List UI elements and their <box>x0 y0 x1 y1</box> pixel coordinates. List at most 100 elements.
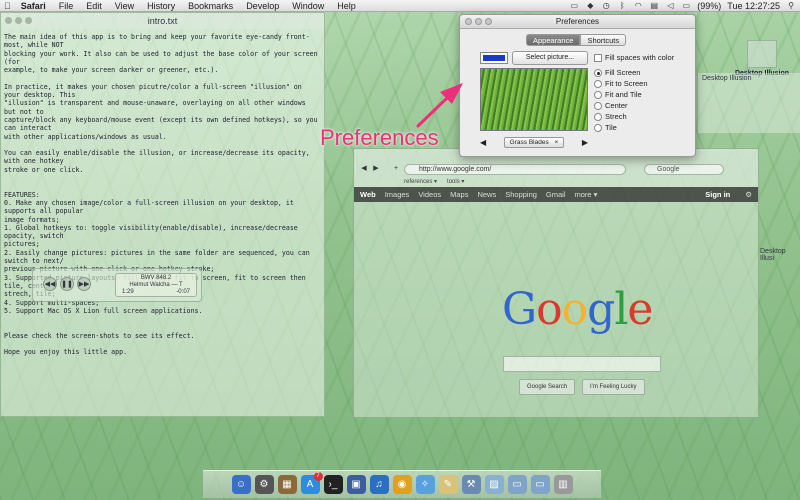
zoom-icon[interactable] <box>485 18 492 25</box>
arrow-shaft <box>416 95 450 128</box>
background-window-title: Desktop Illusion <box>702 75 752 82</box>
layout-option[interactable]: Fill Screen <box>594 67 648 78</box>
google-search-button[interactable]: Google Search <box>519 379 576 395</box>
preferences-titlebar[interactable]: Preferences <box>460 15 695 29</box>
menu-bookmarks[interactable]: Bookmarks <box>188 1 233 11</box>
google-nav-more[interactable]: more ▾ <box>575 190 598 199</box>
next-track-button[interactable]: ▶▶ <box>77 277 91 291</box>
close-icon[interactable] <box>5 17 12 24</box>
minimize-icon[interactable] <box>15 17 22 24</box>
radio-button[interactable] <box>594 101 602 110</box>
layout-option[interactable]: Strech <box>594 111 648 122</box>
radio-button[interactable] <box>594 79 602 88</box>
back-icon[interactable]: ◀ <box>358 164 370 175</box>
remove-picture-icon[interactable]: × <box>555 139 559 146</box>
google-nav-images[interactable]: Images <box>385 190 410 199</box>
itunes-icon[interactable]: ♫ <box>369 475 389 494</box>
dock: ☺ ⚙ ▦ A7 ›_ ▣ ♫ ◉ ✧ ✎ ⚒ ▨ ▭ ▭ ▥ <box>203 470 601 498</box>
finder-icon[interactable]: ☺ <box>231 475 251 494</box>
track-artist: Helmut Walcha — T <box>129 282 183 288</box>
layout-radio-group: Fill Screen Fit to Screen Fit and Tile Cent… <box>594 67 648 133</box>
feeling-lucky-button[interactable]: I'm Feeling Lucky <box>582 379 645 395</box>
app-icon <box>747 40 777 68</box>
flag-icon[interactable]: ▤ <box>649 1 659 10</box>
terminal-icon[interactable]: ›_ <box>323 475 343 494</box>
text-document-body[interactable]: The main idea of this app is to bring an… <box>1 29 324 361</box>
google-nav-news[interactable]: News <box>477 190 496 199</box>
google-nav-videos[interactable]: Videos <box>418 190 441 199</box>
search-field[interactable]: Google <box>644 164 724 175</box>
timemachine-icon[interactable]: ◷ <box>601 1 611 10</box>
desktop-illusion-app-icon[interactable]: Desktop Illusion <box>728 40 796 77</box>
text-editor-window: intro.txt The main idea of this app is t… <box>0 12 325 417</box>
forward-icon[interactable]: ▶ <box>370 164 382 175</box>
menu-help[interactable]: Help <box>337 1 356 11</box>
chrome-icon[interactable]: ◉ <box>392 475 412 494</box>
menu-app-name[interactable]: Safari <box>21 1 46 11</box>
trash-icon[interactable]: ▥ <box>553 475 573 494</box>
color-well[interactable] <box>480 52 508 64</box>
monitor-icon[interactable]: ▭ <box>569 1 579 10</box>
fill-spaces-option[interactable]: Fill spaces with color <box>594 53 674 62</box>
tab-shortcuts[interactable]: Shortcuts <box>580 34 627 46</box>
radio-button[interactable] <box>594 68 602 77</box>
gear-icon[interactable]: ⚙ <box>745 190 752 199</box>
menu-develop[interactable]: Develop <box>246 1 279 11</box>
virtualbox-icon[interactable]: ▣ <box>346 475 366 494</box>
wifi-icon[interactable]: ◠ <box>633 1 643 10</box>
dropbox-icon[interactable]: ◆ <box>585 1 595 10</box>
battery-icon[interactable]: ▭ <box>681 1 691 10</box>
minimize-icon[interactable] <box>475 18 482 25</box>
radio-button[interactable] <box>594 90 602 99</box>
app-store-icon[interactable]: A7 <box>300 472 323 494</box>
previous-picture-icon[interactable]: ◀ <box>480 138 486 147</box>
tab-appearance[interactable]: Appearance <box>526 34 581 46</box>
add-bookmark-icon[interactable]: + <box>390 164 402 175</box>
menu-edit[interactable]: Edit <box>86 1 102 11</box>
sign-in-link[interactable]: Sign in <box>705 190 730 199</box>
safari-icon[interactable]: ✧ <box>415 475 435 494</box>
spotlight-icon[interactable]: ⚲ <box>786 1 796 10</box>
menu-history[interactable]: History <box>147 1 175 11</box>
desktop-side-label[interactable]: Desktop Illusi <box>760 248 800 262</box>
xcode-icon[interactable]: ⚒ <box>461 475 481 494</box>
apple-icon[interactable]:  <box>4 1 11 11</box>
menu-view[interactable]: View <box>115 1 134 11</box>
google-search-input[interactable] <box>503 356 661 372</box>
bookmark-tools[interactable]: tools ▾ <box>447 178 464 185</box>
bookmarks-bar: references ▾ tools ▾ <box>404 178 464 185</box>
google-nav-gmail[interactable]: Gmail <box>546 190 566 199</box>
applications-folder-icon[interactable]: ▭ <box>507 475 527 494</box>
downloads-folder-icon[interactable]: ▭ <box>530 475 550 494</box>
layout-option[interactable]: Tile <box>594 122 648 133</box>
text-window-titlebar[interactable]: intro.txt <box>1 13 324 29</box>
select-picture-button[interactable]: Select picture... <box>512 51 588 65</box>
menu-clock[interactable]: Tue 12:27:25 <box>727 1 780 11</box>
google-nav-shopping[interactable]: Shopping <box>505 190 537 199</box>
system-preferences-icon[interactable]: ⚙ <box>254 475 274 494</box>
layout-option[interactable]: Center <box>594 100 648 111</box>
google-nav-maps[interactable]: Maps <box>450 190 468 199</box>
bookmark-references[interactable]: references ▾ <box>404 178 437 185</box>
bluetooth-icon[interactable]: ᛒ <box>617 1 627 10</box>
close-icon[interactable] <box>465 18 472 25</box>
previous-track-button[interactable]: ◀◀ <box>43 277 57 291</box>
fill-spaces-checkbox[interactable] <box>594 53 602 62</box>
picture-preview <box>480 68 588 131</box>
mission-control-icon[interactable]: ▦ <box>277 475 297 494</box>
zoom-icon[interactable] <box>25 17 32 24</box>
volume-icon[interactable]: ◁ <box>665 1 675 10</box>
google-nav-web[interactable]: Web <box>360 190 376 199</box>
textedit-icon[interactable]: ✎ <box>438 475 458 494</box>
layout-option[interactable]: Fit to Screen <box>594 78 648 89</box>
menu-window[interactable]: Window <box>292 1 324 11</box>
preview-icon[interactable]: ▨ <box>484 475 504 494</box>
google-logo-letter: g <box>587 284 615 335</box>
layout-option[interactable]: Fit and Tile <box>594 89 648 100</box>
radio-button[interactable] <box>594 112 602 121</box>
address-bar[interactable]: http://www.google.com/ <box>404 164 626 175</box>
radio-button[interactable] <box>594 123 602 132</box>
pause-button[interactable]: ❚❚ <box>60 277 74 291</box>
menu-file[interactable]: File <box>59 1 74 11</box>
next-picture-icon[interactable]: ▶ <box>582 138 588 147</box>
